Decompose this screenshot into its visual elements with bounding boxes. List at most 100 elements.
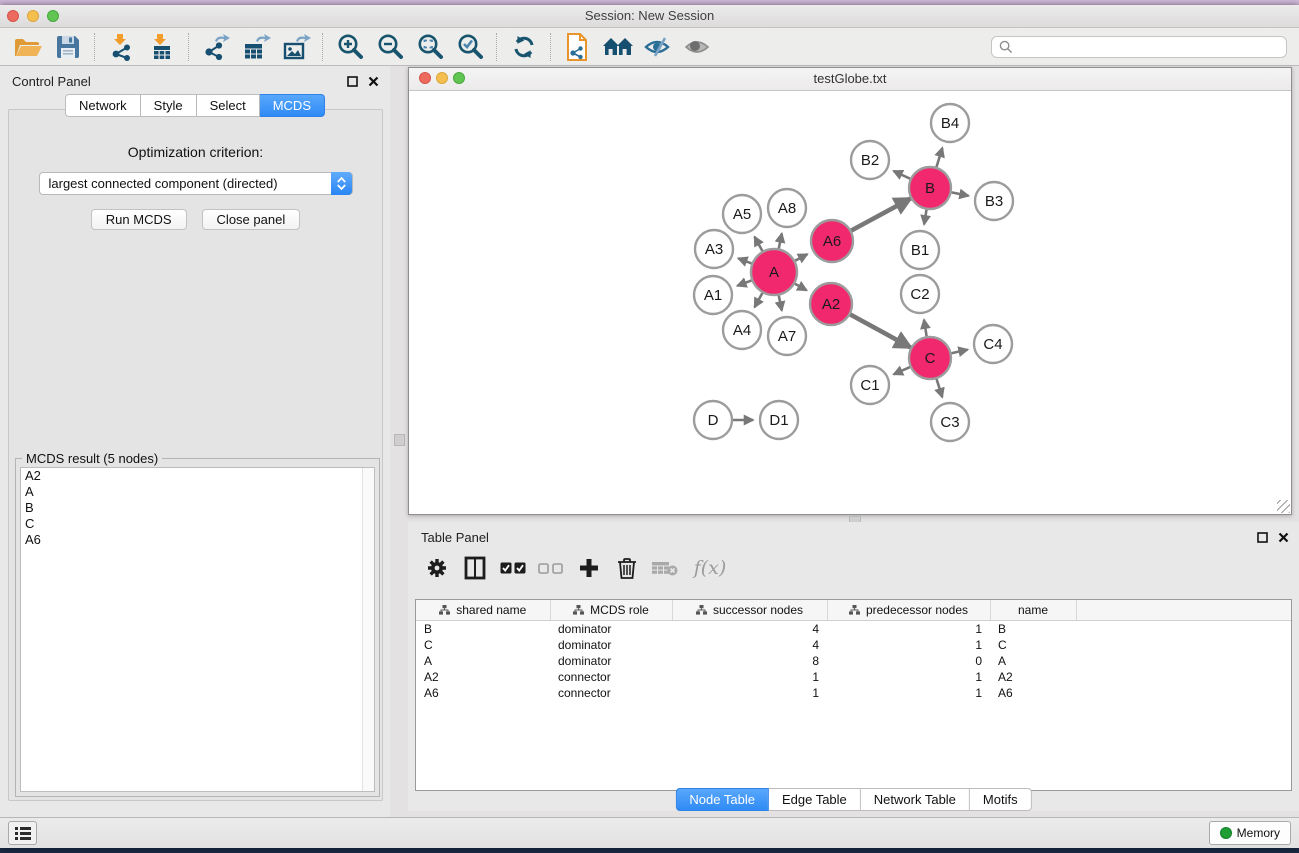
graph-node-A[interactable]: A (751, 249, 797, 295)
function-builder-button[interactable]: f(x) (688, 553, 732, 583)
apply-layout-button[interactable] (504, 32, 544, 62)
graph-node-B1[interactable]: B1 (901, 231, 939, 269)
graph-edge-C-C4[interactable] (951, 350, 967, 354)
network-window-titlebar[interactable]: testGlobe.txt (409, 68, 1291, 91)
vertical-splitter[interactable] (390, 66, 408, 817)
tab-node-table[interactable]: Node Table (675, 788, 769, 811)
graph-edge-A-A1[interactable] (737, 280, 751, 285)
graph-edge-B-B2[interactable] (894, 171, 911, 179)
column-header-successor-nodes[interactable]: successor nodes (672, 600, 827, 621)
tab-network[interactable]: Network (65, 94, 141, 117)
mcds-result-item[interactable]: B (21, 500, 374, 516)
graph-node-B[interactable]: B (909, 167, 951, 209)
select-all-button[interactable] (498, 553, 527, 583)
graph-node-A7[interactable]: A7 (768, 317, 806, 355)
optimization-criterion-select[interactable]: largest connected component (directed) (39, 172, 353, 195)
delete-table-button[interactable] (650, 553, 679, 583)
zoom-selected-button[interactable] (450, 32, 490, 62)
window-resize-grip[interactable] (1277, 500, 1290, 513)
graph-node-A5[interactable]: A5 (723, 195, 761, 233)
hide-panel-button[interactable] (638, 32, 678, 62)
close-panel-button[interactable]: Close panel (202, 209, 301, 230)
column-header-mcds-role[interactable]: MCDS role (550, 600, 672, 621)
graph-edge-B-B1[interactable] (924, 210, 926, 225)
mcds-result-item[interactable]: C (21, 516, 374, 532)
splitter-grip[interactable] (394, 434, 405, 446)
graph-edge-C-C2[interactable] (924, 320, 927, 337)
graph-edge-A-A3[interactable] (738, 258, 751, 263)
save-session-button[interactable] (48, 32, 88, 62)
float-panel-icon[interactable] (346, 75, 359, 88)
create-column-button[interactable] (574, 553, 603, 583)
graph-edge-C-C3[interactable] (937, 379, 943, 397)
graph-node-D[interactable]: D (694, 401, 732, 439)
tab-edge-table[interactable]: Edge Table (769, 788, 861, 811)
table-row[interactable]: Cdominator41C (416, 637, 1291, 653)
graph-edge-B-B3[interactable] (952, 192, 969, 195)
graph-node-B2[interactable]: B2 (851, 141, 889, 179)
export-network-button[interactable] (196, 32, 236, 62)
graph-node-C1[interactable]: C1 (851, 366, 889, 404)
show-column-button[interactable] (460, 553, 489, 583)
show-panel-button[interactable] (678, 32, 718, 62)
result-scrollbar[interactable] (362, 468, 374, 791)
graph-node-C4[interactable]: C4 (974, 325, 1012, 363)
import-network-button[interactable] (102, 32, 142, 62)
column-header-name[interactable]: name (990, 600, 1076, 621)
graph-edge-A2-C[interactable] (850, 315, 910, 348)
memory-button[interactable]: Memory (1209, 821, 1291, 845)
graph-node-C[interactable]: C (909, 337, 951, 379)
close-panel-icon[interactable] (367, 75, 380, 88)
mcds-result-list[interactable]: A2ABCA6 (20, 467, 375, 792)
graph-node-A1[interactable]: A1 (694, 276, 732, 314)
clone-network-view-button[interactable] (558, 32, 598, 62)
tab-select[interactable]: Select (197, 94, 260, 117)
graph-node-A6[interactable]: A6 (811, 220, 853, 262)
graph-edge-A-A8[interactable] (779, 233, 782, 248)
show-task-history-button[interactable] (8, 821, 37, 845)
table-row[interactable]: A2connector11A2 (416, 669, 1291, 685)
graph-node-C3[interactable]: C3 (931, 403, 969, 441)
mcds-result-item[interactable]: A2 (21, 468, 374, 484)
column-header-predecessor-nodes[interactable]: predecessor nodes (827, 600, 990, 621)
zoom-out-button[interactable] (370, 32, 410, 62)
table-options-button[interactable] (422, 553, 451, 583)
tab-style[interactable]: Style (141, 94, 197, 117)
float-panel-icon[interactable] (1256, 531, 1269, 544)
graph-node-C2[interactable]: C2 (901, 275, 939, 313)
graph-edge-B-B4[interactable] (936, 148, 942, 167)
zoom-fit-button[interactable] (410, 32, 450, 62)
home-button[interactable] (598, 32, 638, 62)
horizontal-splitter[interactable] (408, 514, 1299, 522)
graph-edge-A-A5[interactable] (755, 237, 763, 251)
run-mcds-button[interactable]: Run MCDS (91, 209, 187, 230)
graph-node-A3[interactable]: A3 (695, 230, 733, 268)
table-row[interactable]: Adominator80A (416, 653, 1291, 669)
graph-edge-A-A6[interactable] (795, 254, 807, 260)
graph-node-A2[interactable]: A2 (810, 283, 852, 325)
graph-edge-A-A2[interactable] (795, 284, 807, 291)
tab-mcds[interactable]: MCDS (260, 94, 325, 117)
network-canvas[interactable]: AA1A2A3A4A5A6A7A8BB1B2B3B4CC1C2C3C4DD1 (411, 91, 1289, 512)
graph-node-B4[interactable]: B4 (931, 104, 969, 142)
mcds-result-item[interactable]: A (21, 484, 374, 500)
deselect-all-button[interactable] (536, 553, 565, 583)
graph-node-A8[interactable]: A8 (768, 189, 806, 227)
graph-node-D1[interactable]: D1 (760, 401, 798, 439)
import-table-button[interactable] (142, 32, 182, 62)
tab-network-table[interactable]: Network Table (861, 788, 970, 811)
open-session-button[interactable] (8, 32, 48, 62)
delete-column-button[interactable] (612, 553, 641, 583)
graph-edge-A-A4[interactable] (755, 293, 763, 307)
search-input[interactable] (991, 36, 1287, 58)
table-row[interactable]: Bdominator41B (416, 621, 1291, 638)
export-image-button[interactable] (276, 32, 316, 62)
column-header-shared-name[interactable]: shared name (416, 600, 550, 621)
export-table-button[interactable] (236, 32, 276, 62)
graph-edge-A-A7[interactable] (779, 296, 782, 311)
graph-edge-A6-B[interactable] (851, 198, 910, 230)
tab-motifs[interactable]: Motifs (970, 788, 1032, 811)
close-panel-icon[interactable] (1277, 531, 1290, 544)
graph-node-B3[interactable]: B3 (975, 182, 1013, 220)
table-row[interactable]: A6connector11A6 (416, 685, 1291, 701)
